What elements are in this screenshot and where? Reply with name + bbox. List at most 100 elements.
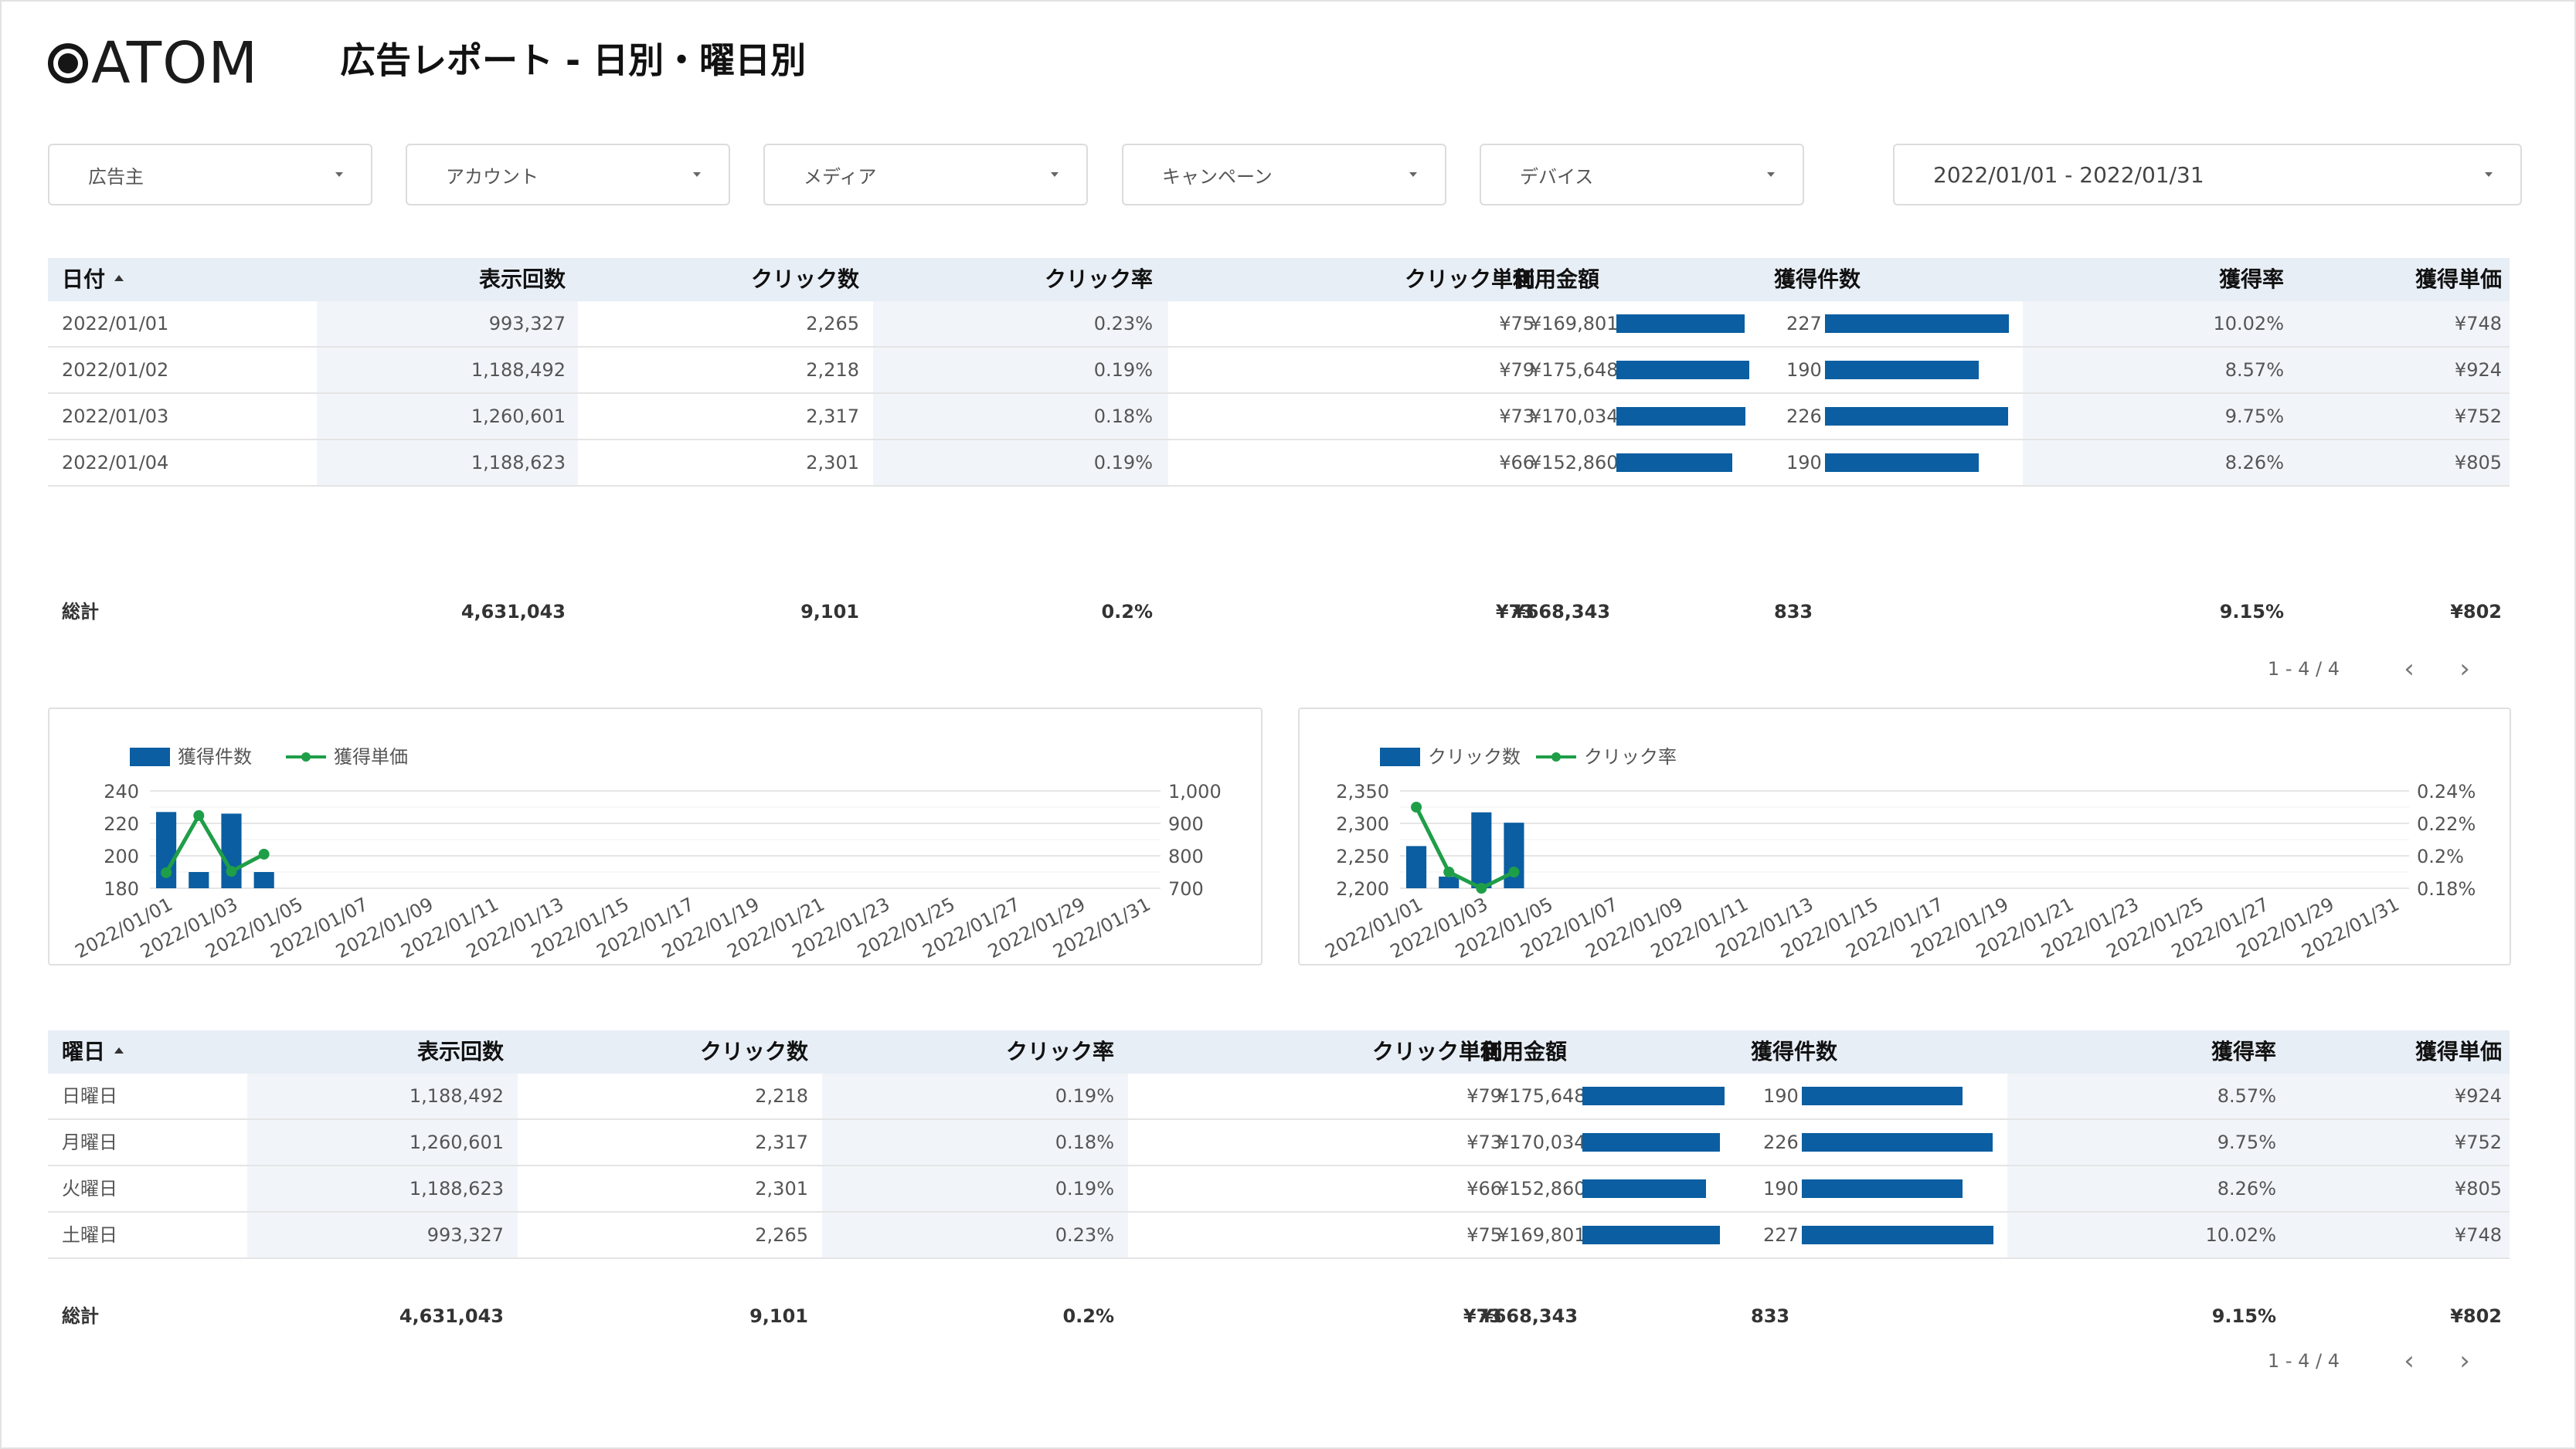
pagination-text: 1 - 4 / 4 xyxy=(2267,658,2340,680)
chart-bar[interactable] xyxy=(1406,846,1427,888)
cell-cvr: 8.26% xyxy=(2224,452,2284,473)
filter-device[interactable]: デバイス xyxy=(1480,144,1804,205)
header-date[interactable]: 日付 xyxy=(62,258,124,301)
y-right-tick: 900 xyxy=(1168,813,1204,835)
chart-bar[interactable] xyxy=(1471,812,1492,888)
chart-line-point[interactable] xyxy=(1476,883,1487,894)
totals-cvr: 9.15% xyxy=(2211,1305,2276,1327)
chart-legend: クリック数 クリック率 xyxy=(1380,746,1677,768)
table-row[interactable]: 2022/01/02 1,188,492 2,218 0.19% ¥79 ¥175,648… xyxy=(48,348,2510,394)
chart-bar[interactable] xyxy=(221,813,242,888)
cell-ctr: 0.18% xyxy=(1055,1132,1114,1153)
table-row[interactable]: 月曜日 1,260,601 2,317 0.18% ¥73 ¥170,034 226 9.75… xyxy=(48,1120,2510,1166)
spend-bar xyxy=(1582,1087,1725,1105)
header-clicks[interactable]: クリック数 xyxy=(527,1030,808,1074)
header-cpa[interactable]: 獲得単価 xyxy=(2289,258,2502,301)
header-cpc[interactable]: クリック単価 xyxy=(1130,1030,1502,1074)
header-acquisitions[interactable]: 獲得件数 xyxy=(1751,1030,1837,1074)
table-row[interactable]: 2022/01/01 993,327 2,265 0.23% ¥75 ¥169,801 22… xyxy=(48,301,2510,348)
table-row[interactable]: 2022/01/04 1,188,623 2,301 0.19% ¥66 ¥152,860… xyxy=(48,440,2510,487)
chart-line-point[interactable] xyxy=(161,867,172,878)
caret-down-icon xyxy=(1051,172,1059,177)
y-left-tick: 2,250 xyxy=(1336,846,1389,867)
filter-media[interactable]: メディア xyxy=(763,144,1088,205)
header-impressions[interactable]: 表示回数 xyxy=(318,258,566,301)
cell-ctr: 0.23% xyxy=(1055,1224,1114,1246)
legend-bar-label: 獲得件数 xyxy=(178,746,252,768)
chart-bar[interactable] xyxy=(1439,876,1460,888)
cell-label: 2022/01/02 xyxy=(62,359,169,381)
cell-cpc: ¥66 xyxy=(1466,1178,1502,1200)
logo-text: ATOM xyxy=(91,30,259,97)
header-acquisitions[interactable]: 獲得件数 xyxy=(1774,258,1861,301)
filter-label: メディア xyxy=(804,165,877,188)
header-cpa[interactable]: 獲得単価 xyxy=(2289,1030,2502,1074)
cell-acquisitions: 190 xyxy=(1763,1085,1799,1107)
y-right-tick: 0.24% xyxy=(2417,781,2476,803)
chart-line-point[interactable] xyxy=(258,848,270,860)
header-spend[interactable]: 利用金額 xyxy=(1513,258,1599,301)
header-cpc[interactable]: クリック単価 xyxy=(1176,258,1534,301)
filter-account[interactable]: アカウント xyxy=(406,144,730,205)
header-spend[interactable]: 利用金額 xyxy=(1480,1030,1567,1074)
chart-bar[interactable] xyxy=(1504,823,1524,888)
totals-impressions: 4,631,043 xyxy=(399,1305,504,1327)
chart-line xyxy=(1414,806,1515,891)
cell-acquisitions: 190 xyxy=(1786,359,1822,381)
chart-line-point[interactable] xyxy=(193,809,205,821)
cell-cpc: ¥79 xyxy=(1466,1085,1502,1107)
acquisition-chart: 獲得件数 獲得単価 240 1,000 220 900 200 800 180 700 2022/0… xyxy=(48,708,1263,965)
chart-bar[interactable] xyxy=(253,872,274,888)
chart-bar[interactable] xyxy=(189,872,209,888)
cell-spend: ¥169,801 xyxy=(1497,1224,1586,1246)
cell-cpc: ¥79 xyxy=(1499,359,1534,381)
chevron-left-icon[interactable]: ‹ xyxy=(2394,1346,2425,1376)
spend-bar xyxy=(1582,1179,1707,1198)
cell-ctr: 0.19% xyxy=(1055,1178,1114,1200)
chart-line-point[interactable] xyxy=(1411,802,1422,813)
header-ctr[interactable]: クリック率 xyxy=(828,1030,1114,1074)
chevron-right-icon[interactable]: › xyxy=(2449,653,2480,684)
filter-campaign[interactable]: キャンペーン xyxy=(1122,144,1446,205)
pagination-text: 1 - 4 / 4 xyxy=(2267,1350,2340,1372)
cell-acquisitions: 227 xyxy=(1763,1224,1799,1246)
cell-cvr: 10.02% xyxy=(2213,313,2284,334)
chart-line-point[interactable] xyxy=(226,866,237,877)
cell-impressions: 1,260,601 xyxy=(409,1132,504,1153)
caret-down-icon xyxy=(1409,172,1417,177)
header-clicks[interactable]: クリック数 xyxy=(589,258,859,301)
table-row[interactable]: 2022/01/03 1,260,601 2,317 0.18% ¥73 ¥170,034… xyxy=(48,394,2510,440)
date-range-picker[interactable]: 2022/01/01 - 2022/01/31 xyxy=(1893,144,2522,205)
header-impressions[interactable]: 表示回数 xyxy=(249,1030,504,1074)
header-weekday[interactable]: 曜日 xyxy=(62,1030,124,1074)
chart-svg: 獲得件数 獲得単価240 1,000220 900200 800180 7002022/0… xyxy=(72,746,1222,962)
chevron-right-icon[interactable]: › xyxy=(2449,1346,2480,1376)
chart-line-point[interactable] xyxy=(1508,867,1520,877)
y-right-tick: 0.22% xyxy=(2417,813,2476,835)
chevron-left-icon[interactable]: ‹ xyxy=(2394,653,2425,684)
chart-line-point[interactable] xyxy=(1443,867,1455,877)
legend-line-label: クリック率 xyxy=(1584,746,1677,768)
acquisition-bar xyxy=(1825,407,2008,426)
header-cvr[interactable]: 獲得率 xyxy=(2026,258,2284,301)
table-row[interactable]: 日曜日 1,188,492 2,218 0.19% ¥79 ¥175,648 190 8.57… xyxy=(48,1074,2510,1120)
cell-impressions: 1,188,492 xyxy=(471,359,566,381)
totals-spend: ¥668,343 xyxy=(1480,1305,1579,1327)
totals-spend: ¥668,343 xyxy=(1513,601,1611,623)
spend-bar xyxy=(1582,1133,1721,1152)
cell-label: 土曜日 xyxy=(62,1224,117,1246)
chart-line xyxy=(164,811,265,874)
table-header: 日付 表示回数 クリック数 クリック率 クリック単価 利用金額 獲得件数 獲得率… xyxy=(48,258,2510,301)
cell-label: 日曜日 xyxy=(62,1085,117,1107)
cell-clicks: 2,218 xyxy=(755,1085,808,1107)
cell-cvr: 9.75% xyxy=(2217,1132,2276,1153)
cell-label: 月曜日 xyxy=(62,1132,117,1153)
header-cvr[interactable]: 獲得率 xyxy=(2026,1030,2276,1074)
table-row[interactable]: 土曜日 993,327 2,265 0.23% ¥75 ¥169,801 227 10.02%… xyxy=(48,1213,2510,1259)
filter-advertiser[interactable]: 広告主 xyxy=(48,144,372,205)
cell-cpa: ¥752 xyxy=(2454,1132,2502,1153)
totals-acquisitions: 833 xyxy=(1774,601,1813,623)
header-ctr[interactable]: クリック率 xyxy=(882,258,1153,301)
cell-impressions: 1,188,492 xyxy=(409,1085,504,1107)
table-row[interactable]: 火曜日 1,188,623 2,301 0.19% ¥66 ¥152,860 190 8.26… xyxy=(48,1166,2510,1213)
